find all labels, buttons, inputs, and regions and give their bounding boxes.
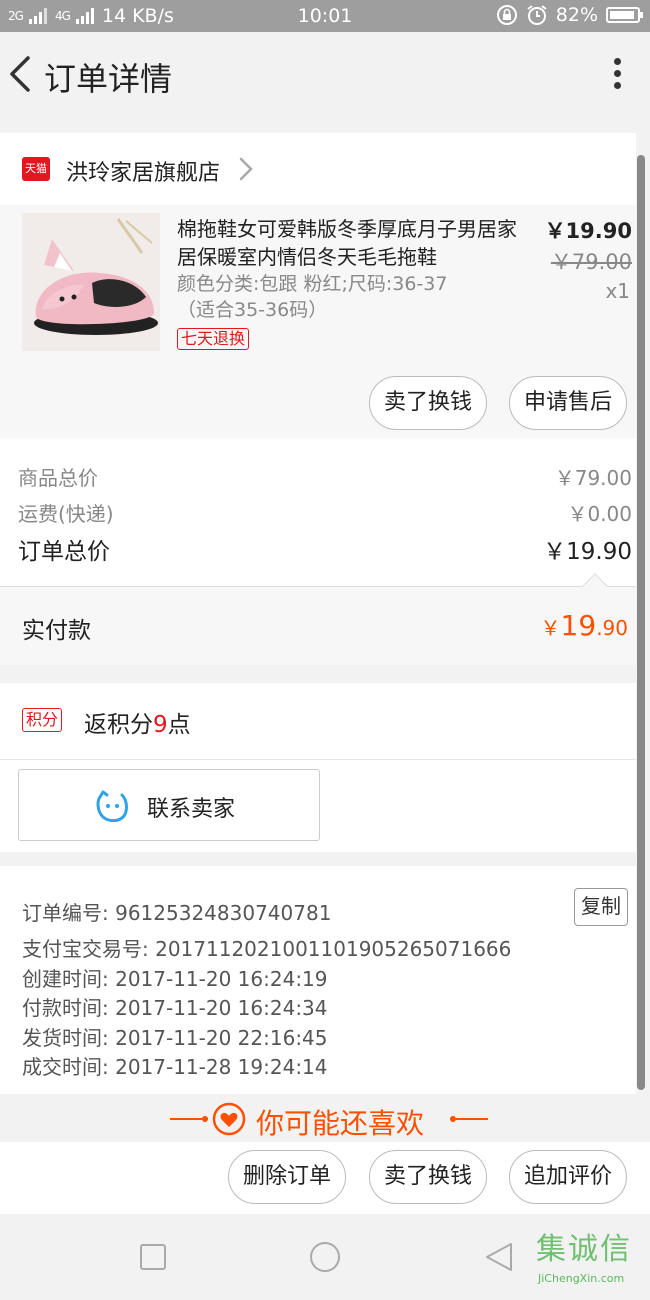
points-suffix: 点: [167, 712, 191, 738]
slipper-image: [22, 213, 160, 351]
price-summary: 商品总价 ￥79.00 运费(快递) ￥0.00 订单总价 ￥19.90: [0, 438, 636, 586]
created-time: 创建时间: 2017-11-20 16:24:19: [22, 967, 328, 991]
points-text: 返积分9点: [84, 705, 191, 739]
chat-face-icon: [96, 790, 128, 823]
delete-order-button[interactable]: 删除订单: [228, 1150, 346, 1204]
home-icon[interactable]: [309, 1241, 341, 1273]
shop-row[interactable]: 天猫 洪玲家居旗舰店: [0, 133, 636, 205]
shipped-time: 发货时间: 2017-11-20 22:16:45: [22, 1026, 328, 1050]
status-bar: 2G 4G 14 KB/s 10:01 82%: [0, 0, 650, 32]
recommend-label: 你可能还喜欢: [256, 1107, 425, 1140]
currency-symbol: ￥: [540, 616, 561, 640]
watermark-text: 集诚信: [536, 1232, 632, 1267]
actual-payment-value: ￥19.90: [541, 609, 628, 642]
goods-total-value: ￥79.00: [554, 466, 632, 490]
shipping-label: 运费(快递): [18, 502, 114, 526]
back-nav-icon[interactable]: [484, 1241, 514, 1273]
product-original-price: ￥79.00: [550, 250, 632, 274]
chevron-left-icon: [10, 56, 30, 92]
more-dot: [613, 58, 621, 65]
alipay-trade-number: 支付宝交易号: 2017112021001101905265071666: [22, 937, 512, 961]
contact-section: 联系卖家: [0, 760, 636, 852]
bottom-action-bar: 删除订单 卖了换钱 追加评价: [0, 1142, 650, 1214]
watermark-url: JiChengXin.com: [538, 1272, 625, 1285]
resell-button-bottom[interactable]: 卖了换钱: [369, 1150, 487, 1204]
alarm-icon: [527, 5, 547, 25]
points-prefix: 返积分: [84, 712, 153, 738]
resell-button[interactable]: 卖了换钱: [369, 376, 487, 430]
more-dot: [613, 82, 621, 89]
product-card[interactable]: 棉拖鞋女可爱韩版冬季厚底月子男居家居保暖室内情侣冬天毛毛拖鞋 颜色分类:包跟 粉…: [0, 205, 636, 438]
product-price: ￥19.90: [544, 219, 632, 243]
copy-button[interactable]: 复制: [574, 888, 628, 926]
more-dot: [613, 70, 621, 77]
scrollbar[interactable]: [637, 155, 645, 1090]
chevron-right-icon: [239, 157, 253, 181]
order-number: 订单编号: 96125324830740781: [22, 901, 332, 925]
product-quantity: x1: [605, 279, 630, 303]
product-spec: 颜色分类:包跟 粉红;尺码:36-37（适合35-36码）: [177, 273, 448, 321]
contact-seller-button[interactable]: 联系卖家: [18, 769, 320, 841]
goods-total-label: 商品总价: [18, 466, 98, 490]
points-amount: 9: [153, 712, 168, 738]
completed-time: 成交时间: 2017-11-28 19:24:14: [22, 1055, 328, 1079]
more-menu-button[interactable]: [612, 58, 622, 94]
left-line-decoration: [170, 1116, 208, 1122]
payment-decimal: .90: [596, 616, 628, 640]
order-total-value: ￥19.90: [543, 539, 632, 565]
recommend-header: 你可能还喜欢: [0, 1094, 650, 1142]
system-nav-bar: 集诚信 JiChengXin.com: [0, 1214, 650, 1300]
right-line-decoration: [450, 1116, 488, 1122]
add-review-button[interactable]: 追加评价: [509, 1150, 627, 1204]
back-button[interactable]: [6, 52, 36, 96]
actual-payment-label: 实付款: [22, 618, 91, 644]
after-sale-button[interactable]: 申请售后: [509, 376, 627, 430]
points-badge: 积分: [22, 708, 63, 732]
battery-icon: [606, 7, 643, 23]
app-header: 订单详情: [0, 32, 650, 120]
shipping-value: ￥0.00: [567, 502, 632, 526]
points-row: 积分 返积分9点: [0, 683, 636, 760]
shop-name[interactable]: 洪玲家居旗舰店: [66, 155, 220, 187]
payment-integer: 19: [560, 609, 597, 642]
actual-payment-row: 实付款 ￥19.90: [0, 587, 636, 665]
order-total-label: 订单总价: [18, 539, 110, 565]
recent-apps-icon[interactable]: [140, 1244, 166, 1270]
paid-time: 付款时间: 2017-11-20 16:24:34: [22, 996, 328, 1020]
battery-percent: 82%: [555, 4, 598, 26]
product-image[interactable]: [22, 213, 160, 351]
return-policy-tag: 七天退换: [177, 328, 250, 350]
contact-seller-label: 联系卖家: [147, 797, 236, 822]
product-title[interactable]: 棉拖鞋女可爱韩版冬季厚底月子男居家居保暖室内情侣冬天毛毛拖鞋: [177, 215, 517, 271]
order-info: 订单编号: 96125324830740781 复制 支付宝交易号: 20171…: [0, 866, 636, 1094]
tmall-badge: 天猫: [22, 157, 50, 181]
heart-icon: [212, 1102, 246, 1136]
rotation-lock-icon: [496, 5, 517, 25]
page-title: 订单详情: [44, 60, 173, 98]
watermark-logo: 集诚信 JiChengXin.com: [534, 1222, 650, 1298]
